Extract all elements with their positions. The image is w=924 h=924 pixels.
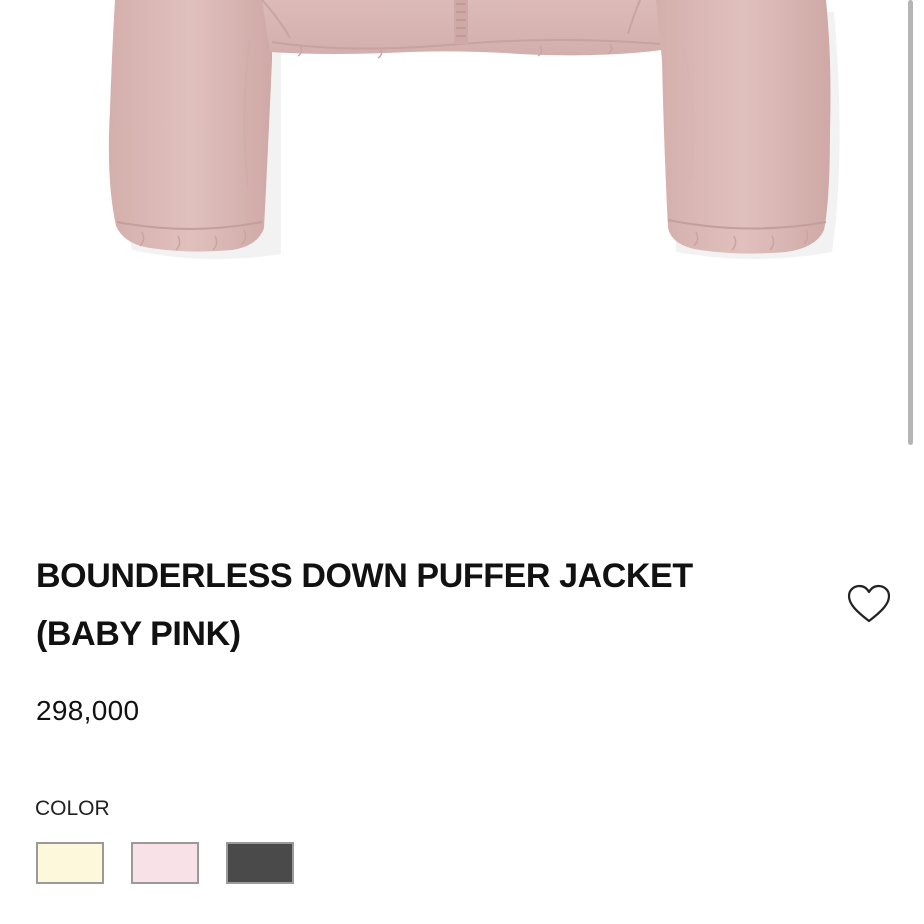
zipper <box>454 0 468 44</box>
color-swatch-baby-pink[interactable] <box>131 842 199 884</box>
page-scrollbar[interactable] <box>908 0 913 445</box>
heart-outline-icon <box>847 584 891 623</box>
puffer-jacket-illustration <box>108 0 840 260</box>
product-price: 298,000 <box>36 695 140 726</box>
product-image <box>0 0 924 500</box>
right-sleeve <box>656 0 831 254</box>
product-title-line-1: BOUNDERLESS DOWN PUFFER JACKET <box>36 557 693 595</box>
left-sleeve <box>108 0 272 252</box>
color-label: COLOR <box>35 797 110 820</box>
wishlist-button[interactable] <box>846 583 892 625</box>
product-title-line-2: (BABY PINK) <box>36 615 241 653</box>
color-swatch-charcoal[interactable] <box>226 842 294 884</box>
color-swatch-cream[interactable] <box>36 842 104 884</box>
